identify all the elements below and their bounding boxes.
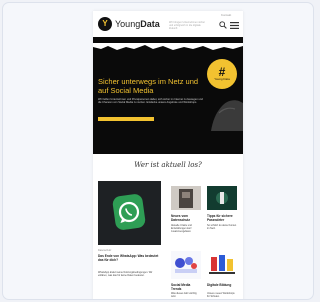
illustration-image (207, 251, 237, 279)
hand-image (211, 100, 243, 131)
article-title[interactable]: Social Media Trends (171, 283, 201, 291)
article-meta: Datenschutz (98, 249, 112, 252)
article-title[interactable]: Digitale Bildung (207, 283, 237, 287)
logo-icon[interactable]: Y (98, 17, 112, 31)
article-thumbnail (171, 251, 201, 279)
hero-body-text: Wir helfen Unternehmen und Privatpersone… (98, 98, 203, 105)
article-card-2[interactable]: Neues vom Datenschutz Aktuelle Urteile u… (171, 186, 203, 248)
article-card-whatsapp[interactable]: Datenschutz Das Ende von WhatsApp: Was b… (98, 181, 161, 299)
hashtag-badge: # Young Data (207, 59, 237, 89)
photo-image (207, 186, 237, 210)
photo-image (171, 186, 201, 210)
article-card-4[interactable]: Social Media Trends Was dieses Jahr wich… (171, 251, 203, 299)
article-excerpt: WhatsApp ändert seine Nutzungsbedingunge… (98, 271, 153, 278)
logo-mark: Y (102, 19, 108, 28)
logo-text-suffix: Data (140, 19, 160, 29)
hamburger-menu-icon[interactable] (230, 22, 239, 29)
article-card-5[interactable]: Digitale Bildung Unsere neuen Workshops … (207, 251, 239, 299)
article-thumbnail (171, 186, 201, 210)
article-thumbnail (207, 186, 237, 210)
badge-subtext: Young Data (214, 77, 230, 81)
preview-card[interactable]: Y YoungData Kontakt Wir bringen Unterneh… (2, 2, 314, 300)
article-excerpt: Aktuelle Urteile und Entwicklungen kurz … (171, 224, 192, 234)
article-title[interactable]: Das Ende von WhatsApp: Was bedeutet das … (98, 254, 161, 262)
whatsapp-icon (98, 181, 161, 245)
site-header: Y YoungData Kontakt Wir bringen Unterneh… (93, 11, 243, 37)
logo-text[interactable]: YoungData (115, 19, 160, 29)
article-thumbnail (98, 181, 161, 245)
article-title[interactable]: Neues vom Datenschutz (171, 214, 201, 222)
search-icon[interactable] (219, 21, 227, 29)
article-excerpt: Was dieses Jahr wichtig wird. (171, 292, 197, 299)
article-excerpt: Unsere neuen Workshops für Schulen. (207, 292, 235, 299)
hero-headline: Sicher unterwegs im Netz und auf Social … (98, 77, 199, 95)
logo-text-prefix: Young (115, 19, 141, 29)
site-tagline: Wir bringen Unternehmen sicher und erfol… (169, 21, 205, 31)
hero-section: # Young Data Sicher unterwegs im Netz un… (93, 37, 243, 154)
article-title[interactable]: Tipps für sichere Passwörter (207, 214, 237, 222)
section-title: Wer ist aktuell los? (134, 161, 202, 169)
hero-cta-button[interactable] (98, 117, 154, 121)
illustration-image (171, 251, 201, 279)
article-card-3[interactable]: Tipps für sichere Passwörter So schützt … (207, 186, 239, 248)
mobile-page-preview: Y YoungData Kontakt Wir bringen Unterneh… (93, 11, 243, 299)
torn-paper-edge (93, 43, 243, 50)
contact-link[interactable]: Kontakt (221, 13, 231, 17)
article-thumbnail (207, 251, 237, 279)
article-excerpt: So schützt du deine Konten im Netz. (207, 224, 237, 231)
